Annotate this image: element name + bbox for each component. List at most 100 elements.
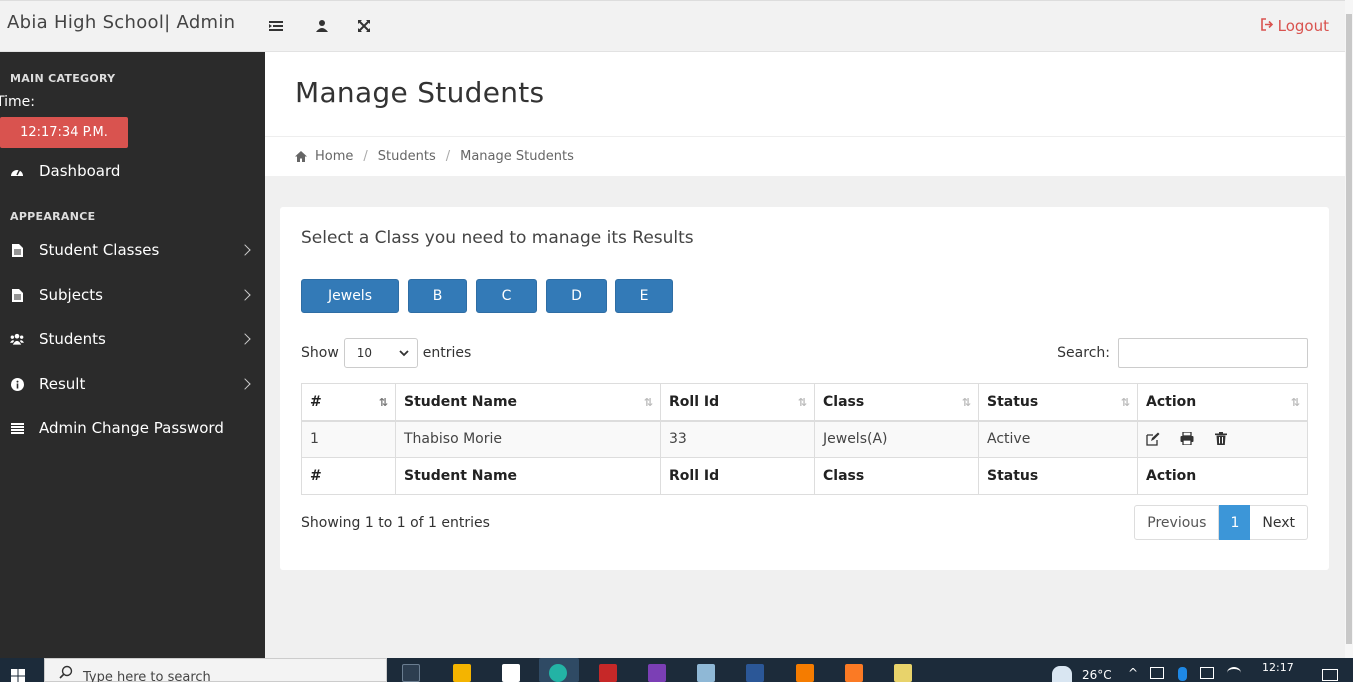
volume-icon[interactable]: [1150, 667, 1164, 679]
column-header-student-name[interactable]: Student Name ⇅: [395, 383, 661, 422]
cell-number: 1: [301, 420, 396, 458]
logout-button[interactable]: Logout: [1260, 17, 1329, 35]
table-info: Showing 1 to 1 of 1 entries: [301, 515, 490, 531]
column-header-status[interactable]: Status ⇅: [978, 383, 1138, 422]
sort-icon: ⇅: [1290, 396, 1300, 409]
visual-studio-icon[interactable]: [648, 664, 666, 682]
windows-taskbar: Type here to search 26°C ^ 12:17: [0, 658, 1353, 682]
sidebar-item-student-classes[interactable]: Student Classes: [0, 232, 265, 268]
chevron-down-icon: [399, 346, 409, 360]
weather-icon[interactable]: [1052, 666, 1072, 682]
app-icon[interactable]: [697, 664, 715, 682]
fullscreen-icon[interactable]: [356, 18, 372, 34]
windows-start-icon[interactable]: [11, 668, 25, 682]
clock-badge: 12:17:34 P.M.: [0, 117, 128, 148]
class-button-b[interactable]: B: [408, 279, 467, 313]
notifications-icon[interactable]: [1322, 669, 1338, 681]
table-search: Search:: [1057, 338, 1308, 368]
sort-icon: ⇅: [961, 396, 971, 409]
panel-title: Select a Class you need to manage its Re…: [301, 228, 694, 248]
table-row: 1 Thabiso Morie 33 Jewels(A) Active: [301, 420, 1308, 458]
vlc-icon[interactable]: [796, 664, 814, 682]
footer-header-number: #: [301, 457, 396, 495]
class-button-e[interactable]: E: [615, 279, 673, 313]
edit-icon[interactable]: [1146, 432, 1160, 446]
logout-icon: [1260, 17, 1274, 35]
sort-icon: ⇅: [643, 396, 653, 409]
page-title: Manage Students: [295, 76, 545, 109]
search-label: Search:: [1057, 345, 1110, 361]
pagination: Previous 1 Next: [1134, 505, 1308, 540]
temperature[interactable]: 26°C: [1082, 668, 1112, 682]
breadcrumb-students[interactable]: Students: [378, 149, 436, 164]
trash-icon[interactable]: [1214, 432, 1229, 446]
wifi-icon[interactable]: [1227, 667, 1241, 679]
sort-icon: ⇅: [797, 396, 807, 409]
pagination-previous[interactable]: Previous: [1134, 505, 1220, 540]
class-button-c[interactable]: C: [476, 279, 537, 313]
footer-header-roll-id: Roll Id: [660, 457, 815, 495]
word-icon[interactable]: [746, 664, 764, 682]
brand-title: Abia High School| Admin: [7, 12, 236, 33]
cell-student-name: Thabiso Morie: [395, 420, 661, 458]
task-view-icon[interactable]: [402, 664, 420, 682]
sidebar-item-students[interactable]: Students: [0, 321, 265, 357]
filezilla-icon[interactable]: [599, 664, 617, 682]
file-app-icon[interactable]: [502, 664, 520, 682]
menu-toggle-icon[interactable]: [268, 18, 284, 34]
home-icon: [295, 151, 307, 162]
sidebar: MAIN CATEGORY Time: 12:17:34 P.M. Dashbo…: [0, 52, 265, 658]
breadcrumb-separator: /: [363, 149, 368, 164]
chevron-up-icon[interactable]: ^: [1128, 666, 1138, 680]
network-icon[interactable]: [1200, 667, 1214, 679]
file-icon: [10, 288, 24, 302]
sidebar-item-subjects[interactable]: Subjects: [0, 277, 265, 313]
scrollbar-thumb[interactable]: [1346, 14, 1352, 644]
chevron-right-icon: [239, 378, 251, 390]
logout-label: Logout: [1277, 17, 1329, 35]
cell-status: Active: [978, 420, 1138, 458]
chevron-right-icon: [239, 289, 251, 301]
notes-icon[interactable]: [894, 664, 912, 682]
taskbar-search-box[interactable]: Type here to search: [44, 658, 387, 682]
users-icon: [10, 332, 24, 346]
search-input[interactable]: [1118, 338, 1308, 368]
column-header-roll-id[interactable]: Roll Id ⇅: [660, 383, 815, 422]
pagination-next[interactable]: Next: [1250, 505, 1308, 540]
sidebar-item-change-password[interactable]: Admin Change Password: [0, 410, 265, 446]
column-header-class[interactable]: Class ⇅: [814, 383, 979, 422]
page-length-select[interactable]: 10: [343, 338, 418, 368]
class-button-d[interactable]: D: [546, 279, 607, 313]
footer-header-status: Status: [978, 457, 1138, 495]
column-header-number[interactable]: # ⇅: [301, 383, 396, 422]
page-length-value: 10: [356, 346, 373, 360]
footer-header-student-name: Student Name: [395, 457, 661, 495]
sidebar-item-result[interactable]: Result: [0, 366, 265, 402]
taskbar-clock[interactable]: 12:17: [1262, 661, 1294, 674]
sidebar-item-label: Admin Change Password: [39, 419, 224, 437]
time-label: Time:: [0, 94, 35, 110]
vertical-scrollbar[interactable]: [1345, 0, 1353, 658]
user-icon[interactable]: [314, 18, 330, 34]
footer-header-action: Action: [1137, 457, 1308, 495]
pagination-page-1[interactable]: 1: [1219, 505, 1251, 540]
column-header-action[interactable]: Action ⇅: [1137, 383, 1308, 422]
search-icon: [59, 665, 73, 682]
sidebar-section-appearance: APPEARANCE: [10, 210, 96, 223]
breadcrumb: Home / Students / Manage Students: [265, 136, 1345, 176]
taskbar-search-placeholder: Type here to search: [83, 669, 211, 682]
footer-header-class: Class: [814, 457, 979, 495]
xampp-icon[interactable]: [845, 664, 863, 682]
chevron-right-icon: [239, 333, 251, 345]
class-button-jewels[interactable]: Jewels: [301, 279, 399, 313]
bluetooth-icon[interactable]: [1178, 667, 1187, 681]
page-header: Manage Students: [265, 52, 1345, 136]
breadcrumb-home[interactable]: Home: [315, 149, 353, 164]
edge-app-icon[interactable]: [539, 658, 579, 682]
sidebar-item-dashboard[interactable]: Dashboard: [0, 153, 265, 189]
sidebar-item-label: Dashboard: [39, 162, 121, 180]
print-icon[interactable]: [1180, 431, 1194, 446]
sidebar-item-label: Subjects: [39, 286, 103, 304]
store-icon[interactable]: [453, 664, 471, 682]
info-icon: [10, 377, 24, 391]
